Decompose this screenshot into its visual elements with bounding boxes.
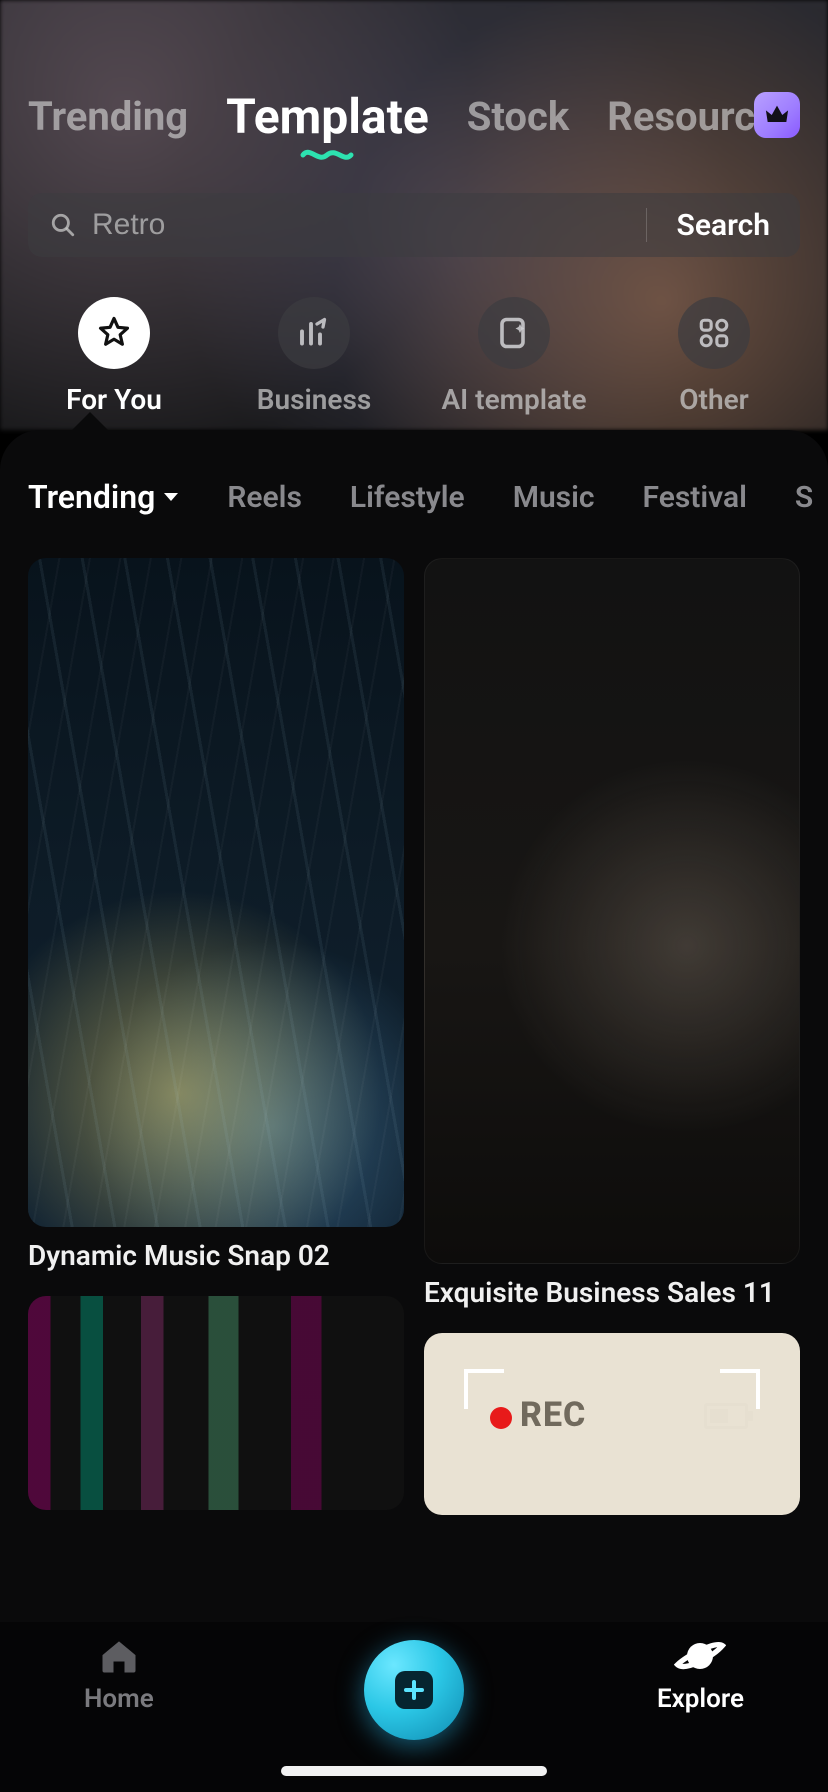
template-thumbnail [28,1296,404,1510]
home-indicator [281,1766,547,1776]
tab-stock[interactable]: Stock [467,93,569,140]
template-card[interactable]: Dynamic Music Snap 02 [28,558,404,1272]
star-icon [95,314,133,352]
category-label: AI template [441,383,586,416]
filter-row: Trending Reels Lifestyle Music Festival … [0,452,828,528]
template-grid: Dynamic Music Snap 02 Exquisite Business… [0,558,828,1515]
search-button[interactable]: Search [647,208,800,243]
template-thumbnail: REC [424,1333,800,1515]
nav-home[interactable]: Home [84,1634,154,1714]
search-bar: Search [28,193,800,257]
template-thumbnail [28,558,404,1227]
filter-trending[interactable]: Trending [28,478,179,516]
nav-explore[interactable]: Explore [657,1634,744,1714]
content-sheet: Trending Reels Lifestyle Music Festival … [0,430,828,1792]
rec-label: REC [520,1395,586,1435]
template-thumbnail [424,558,800,1264]
tab-resource[interactable]: Resource [607,93,776,140]
rec-dot-icon [490,1407,512,1429]
filter-label: Trending [28,478,155,516]
category-ai-template[interactable]: AI template [424,297,604,416]
planet-icon [674,1634,726,1678]
template-card[interactable] [28,1296,404,1510]
category-label: Other [679,383,748,416]
filter-reels[interactable]: Reels [227,480,302,515]
template-card[interactable]: Exquisite Business Sales 11 [424,558,800,1309]
search-input[interactable] [92,208,624,242]
tab-trending[interactable]: Trending [28,93,188,140]
active-tab-underline-icon [300,147,354,163]
nav-home-label: Home [84,1684,154,1714]
plus-icon [403,1679,425,1701]
create-button[interactable] [364,1640,464,1740]
category-other[interactable]: Other [624,297,804,416]
chevron-down-icon [163,491,179,503]
crown-icon [763,101,791,129]
filter-more[interactable]: S [795,480,813,515]
nav-explore-label: Explore [657,1684,744,1714]
grid-icon [697,316,731,350]
template-card[interactable]: REC [424,1333,800,1515]
tab-template-label: Template [226,88,429,145]
category-row: For You Business AI template [0,297,828,416]
category-for-you[interactable]: For You [24,297,204,416]
filter-music[interactable]: Music [513,480,595,515]
premium-button[interactable] [754,92,800,138]
filter-festival[interactable]: Festival [643,480,747,515]
template-title: Dynamic Music Snap 02 [28,1239,404,1272]
top-nav: Trending Template Stock Resource [0,0,828,145]
chart-icon [296,315,332,351]
filter-lifestyle[interactable]: Lifestyle [350,480,465,515]
tab-template[interactable]: Template [226,88,429,145]
search-icon [50,212,76,238]
home-icon [97,1634,141,1678]
search-field-wrap [28,208,646,242]
template-title: Exquisite Business Sales 11 [424,1276,800,1309]
category-business[interactable]: Business [224,297,404,416]
card-sparkle-icon [496,315,532,351]
battery-icon [704,1403,748,1429]
category-label: Business [257,383,372,416]
